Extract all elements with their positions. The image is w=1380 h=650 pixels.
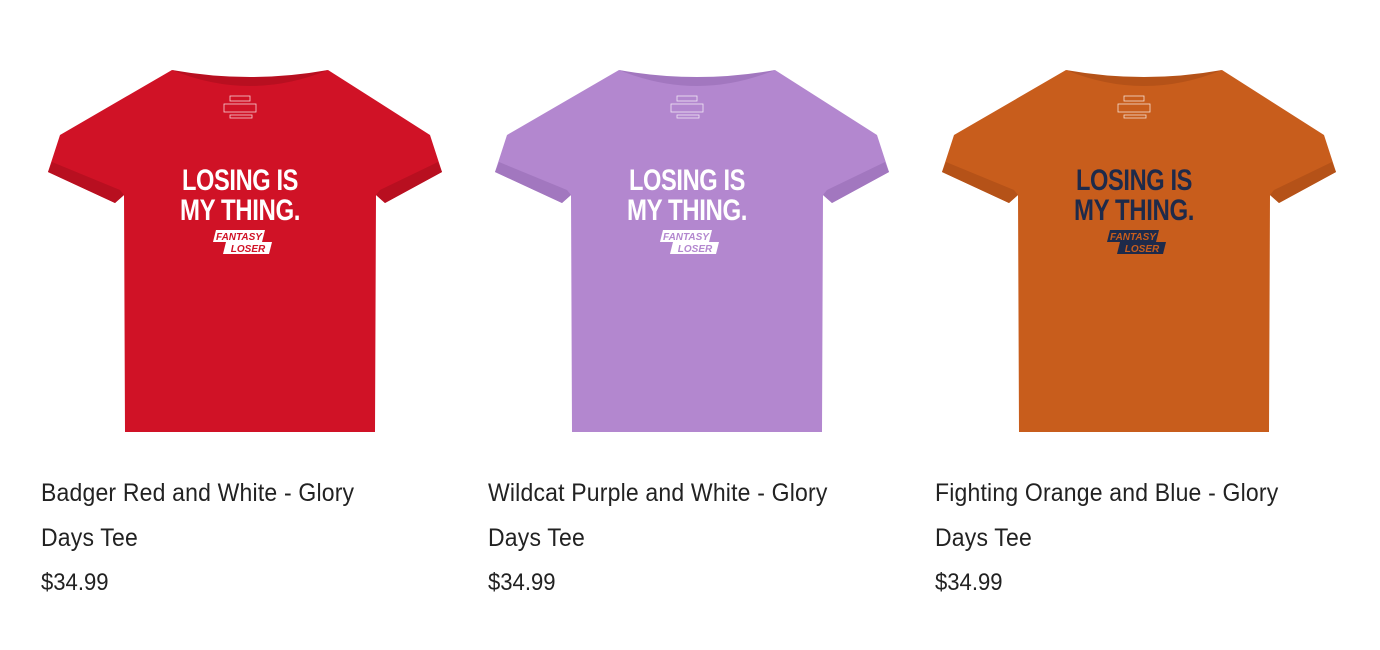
logo-line-1: FANTASY	[1110, 232, 1157, 243]
print-line-1: LOSING IS	[629, 164, 745, 197]
product-image[interactable]: LOSING IS MY THING. FANTASY LOSER	[487, 40, 907, 460]
logo-line-2: LOSER	[231, 244, 266, 255]
tshirt-illustration: LOSING IS MY THING. FANTASY LOSER	[495, 70, 889, 432]
product-title[interactable]: Wildcat Purple and White - Glory Days Te…	[488, 471, 856, 561]
logo-line-2: LOSER	[1125, 244, 1160, 255]
print-line-1: LOSING IS	[1076, 164, 1192, 197]
product-price: $34.99	[41, 569, 109, 596]
product-title[interactable]: Badger Red and White - Glory Days Tee	[41, 471, 409, 561]
logo-line-1: FANTASY	[663, 232, 710, 243]
product-card[interactable]: LOSING IS MY THING. FANTASY LOSER Wildca…	[487, 40, 907, 640]
print-line-2: MY THING.	[180, 194, 300, 227]
product-grid: LOSING IS MY THING. FANTASY LOSER Badger…	[0, 0, 1380, 650]
product-image[interactable]: LOSING IS MY THING. FANTASY LOSER	[934, 40, 1354, 460]
print-line-1: LOSING IS	[182, 164, 298, 197]
product-card[interactable]: LOSING IS MY THING. FANTASY LOSER Badger…	[40, 40, 460, 640]
tshirt-illustration: LOSING IS MY THING. FANTASY LOSER	[942, 70, 1336, 432]
print-line-2: MY THING.	[1074, 194, 1194, 227]
product-image[interactable]: LOSING IS MY THING. FANTASY LOSER	[40, 40, 460, 460]
logo-line-1: FANTASY	[216, 232, 263, 243]
product-price: $34.99	[935, 569, 1003, 596]
product-title[interactable]: Fighting Orange and Blue - Glory Days Te…	[935, 471, 1303, 561]
product-card[interactable]: LOSING IS MY THING. FANTASY LOSER Fighti…	[934, 40, 1354, 640]
logo-line-2: LOSER	[678, 244, 713, 255]
print-line-2: MY THING.	[627, 194, 747, 227]
tshirt-illustration: LOSING IS MY THING. FANTASY LOSER	[48, 70, 442, 432]
product-price: $34.99	[488, 569, 556, 596]
